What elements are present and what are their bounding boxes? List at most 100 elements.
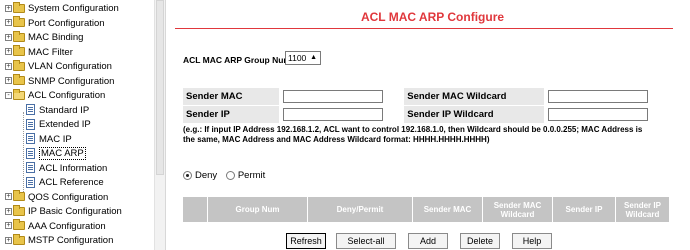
- column-header-sender-ip-wildcard: Sender IP Wildcard: [615, 196, 670, 223]
- sidebar-item-acl-information[interactable]: ACL Information: [26, 162, 107, 176]
- folder-icon: [13, 16, 25, 28]
- sidebar-item-label: SNMP Configuration: [28, 75, 115, 87]
- page-icon: [26, 104, 35, 116]
- sidebar-item-label: MSTP Configuration: [28, 235, 114, 246]
- group-num-select[interactable]: 1100 ▲︎: [285, 51, 321, 65]
- expand-icon[interactable]: +: [5, 193, 12, 201]
- sender-ip-label: Sender IP: [182, 105, 280, 124]
- tree-branch-line: [23, 112, 24, 192]
- folder-icon: [13, 190, 25, 202]
- sidebar-item-label: ACL Reference: [39, 177, 104, 188]
- sidebar-item-system-configuration[interactable]: + System Configuration: [5, 1, 119, 16]
- sidebar-item-acl-configuration[interactable]: - ACL Configuration: [5, 88, 106, 103]
- expand-icon[interactable]: +: [5, 48, 12, 56]
- format-hint: (e.g.: If input IP Address 192.168.1.2, …: [183, 125, 643, 144]
- refresh-button[interactable]: Refresh: [286, 233, 326, 249]
- permit-radio[interactable]: [225, 171, 235, 180]
- folder-icon: [13, 1, 25, 13]
- sender-ip-wildcard-label: Sender IP Wildcard: [403, 105, 546, 124]
- column-header-sender-ip: Sender IP: [552, 196, 616, 223]
- sender-ip-input[interactable]: [282, 108, 383, 121]
- folder-icon: [13, 204, 25, 216]
- sidebar-item-aaa-configuration[interactable]: + AAA Configuration: [5, 219, 106, 234]
- sidebar-item-label: MAC Binding: [28, 32, 84, 43]
- delete-button[interactable]: Delete: [460, 233, 500, 249]
- column-header-deny-permit: Deny/Permit: [307, 196, 413, 223]
- main-content: ACL MAC ARP Configure ACL MAC ARP Group …: [175, 0, 690, 250]
- page-title: ACL MAC ARP Configure: [360, 10, 505, 24]
- sidebar-scrollbar[interactable]: [154, 0, 165, 250]
- page-icon: [26, 162, 35, 174]
- sender-mac-wildcard-input[interactable]: [548, 90, 649, 103]
- sidebar-item-vlan-configuration[interactable]: + VLAN Configuration: [5, 59, 112, 74]
- sidebar-item-label: Extended IP: [39, 119, 91, 130]
- select-all-button[interactable]: Select-all: [336, 233, 396, 249]
- sidebar-item-label: MAC IP: [39, 133, 72, 145]
- expand-icon[interactable]: +: [5, 207, 12, 215]
- sidebar-item-mac-binding[interactable]: + MAC Binding: [5, 30, 84, 45]
- page-icon: [26, 176, 35, 188]
- folder-icon: [13, 59, 25, 71]
- folder-icon: [13, 74, 25, 86]
- expand-icon[interactable]: +: [5, 62, 12, 70]
- sidebar-item-acl-reference[interactable]: ACL Reference: [26, 176, 104, 190]
- navigation-tree: + System Configuration + Port Configuration…: [0, 0, 166, 250]
- permit-radio-label: Permit: [237, 170, 266, 181]
- sidebar-item-standard-ip[interactable]: Standard IP: [26, 104, 89, 118]
- add-button[interactable]: Add: [408, 233, 448, 249]
- group-num-label: ACL MAC ARP Group Num:: [183, 55, 294, 65]
- sidebar-item-label: AAA Configuration: [28, 220, 106, 232]
- sidebar-item-label: MAC Filter: [28, 46, 73, 58]
- page-icon: [26, 147, 35, 159]
- deny-radio[interactable]: [183, 171, 192, 180]
- sidebar-item-label: VLAN Configuration: [28, 61, 112, 72]
- spinner-arrows-icon[interactable]: ▲︎: [310, 52, 317, 64]
- sidebar-item-label: ACL Configuration: [28, 90, 106, 101]
- collapse-icon[interactable]: -: [5, 91, 12, 99]
- sidebar-item-extended-ip[interactable]: Extended IP: [26, 118, 91, 132]
- sidebar-item-label: ACL Information: [39, 162, 108, 174]
- sidebar-item-label: System Configuration: [28, 3, 119, 14]
- acl-rules-table: Group Num Deny/Permit Sender MAC Sender …: [182, 196, 670, 223]
- action-radio-group: Deny Permit: [183, 170, 271, 181]
- sidebar-item-mstp-configuration[interactable]: + MSTP Configuration: [5, 233, 114, 248]
- sidebar-item-label: MAC ARP: [39, 147, 86, 160]
- folder-icon: [13, 233, 25, 245]
- column-header-sender-mac-wildcard: Sender MAC Wildcard: [482, 196, 553, 223]
- column-header-sender-mac: Sender MAC: [412, 196, 483, 223]
- sidebar-item-qos-configuration[interactable]: + QOS Configuration: [5, 190, 109, 205]
- group-num-value: 1100: [288, 53, 307, 63]
- sidebar-item-ip-basic-configuration[interactable]: + IP Basic Configuration: [5, 204, 122, 219]
- expand-icon[interactable]: +: [5, 33, 12, 41]
- page-icon: [26, 133, 35, 145]
- sender-mac-wildcard-label: Sender MAC Wildcard: [403, 87, 546, 106]
- sender-ip-wildcard-input[interactable]: [548, 108, 649, 121]
- page-icon: [26, 118, 35, 130]
- sidebar-item-mac-arp[interactable]: MAC ARP: [26, 147, 86, 161]
- help-button[interactable]: Help: [512, 233, 552, 249]
- sidebar-item-mac-ip[interactable]: MAC IP: [26, 133, 72, 147]
- expand-icon[interactable]: +: [5, 236, 12, 244]
- folder-icon: [13, 219, 25, 231]
- folder-icon: [13, 30, 25, 42]
- column-header-select: [182, 196, 208, 223]
- sidebar-item-label: QOS Configuration: [28, 191, 109, 203]
- sender-mac-label: Sender MAC: [182, 87, 280, 106]
- expand-icon[interactable]: +: [5, 19, 12, 27]
- sidebar-item-snmp-configuration[interactable]: + SNMP Configuration: [5, 74, 115, 89]
- input-form: Sender MAC Sender MAC Wildcard Sender IP…: [182, 87, 670, 124]
- sender-mac-input[interactable]: [282, 90, 383, 103]
- sidebar-item-label: IP Basic Configuration: [28, 206, 122, 217]
- title-divider: [175, 28, 673, 29]
- sidebar-item-label: Standard IP: [39, 104, 90, 116]
- sidebar-item-port-configuration[interactable]: + Port Configuration: [5, 16, 105, 31]
- folder-icon: [13, 45, 25, 57]
- expand-icon[interactable]: +: [5, 222, 12, 230]
- sidebar-item-mac-filter[interactable]: + MAC Filter: [5, 45, 73, 60]
- expand-icon[interactable]: +: [5, 77, 12, 85]
- sidebar-scroll-thumb[interactable]: [156, 0, 164, 175]
- expand-icon[interactable]: +: [5, 4, 12, 12]
- folder-open-icon: [13, 88, 25, 100]
- column-header-group-num: Group Num: [207, 196, 308, 223]
- sidebar-item-label: Port Configuration: [28, 17, 105, 29]
